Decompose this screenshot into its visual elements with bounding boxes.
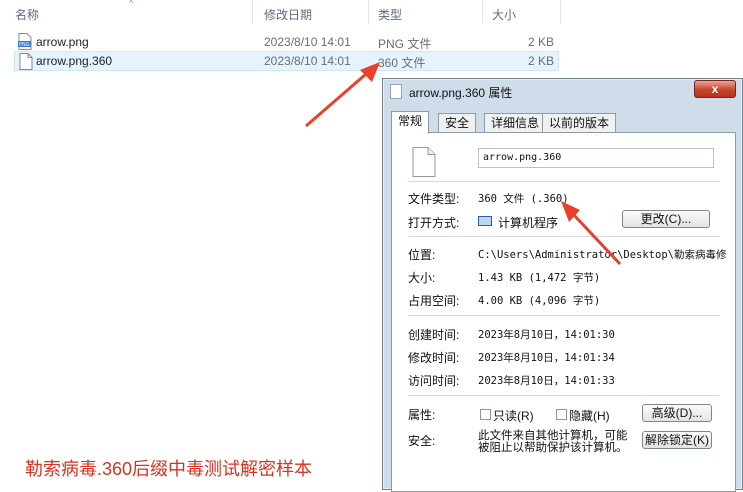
file-type-label: 文件类型: xyxy=(408,192,460,206)
change-button[interactable]: 更改(C)... xyxy=(622,210,710,228)
file-icon xyxy=(390,84,402,99)
disk-size-value: 4.00 KB (4,096 字节) xyxy=(478,295,601,307)
hidden-label[interactable]: 隐藏(H) xyxy=(569,407,610,424)
advanced-button[interactable]: 高级(D)... xyxy=(642,404,712,422)
png-file-icon: PNG xyxy=(18,33,32,50)
modified-value: 2023年8月10日，14:01:34 xyxy=(478,352,615,364)
caption-text: 勒索病毒.360后缀中毒测试解密样本 xyxy=(25,459,313,479)
disk-size-label: 占用空间: xyxy=(408,294,460,308)
created-value: 2023年8月10日，14:01:30 xyxy=(478,329,615,341)
column-divider[interactable] xyxy=(368,0,369,24)
close-button[interactable]: x xyxy=(694,80,736,98)
column-name[interactable]: 名称 xyxy=(15,6,39,23)
file-row-selected[interactable]: arrow.png.360 2023/8/10 14:01 360 文件 2 K… xyxy=(14,51,559,71)
sort-ascending-icon: ^ xyxy=(129,0,134,8)
tab-previous-versions[interactable]: 以前的版本 xyxy=(542,113,617,133)
svg-text:PNG: PNG xyxy=(19,42,30,48)
hidden-checkbox[interactable] xyxy=(556,409,567,420)
security-label: 安全: xyxy=(408,434,436,448)
location-label: 位置: xyxy=(408,248,436,262)
file-modified: 2023/8/10 14:01 xyxy=(264,35,351,49)
file-row[interactable]: PNG arrow.png 2023/8/10 14:01 PNG 文件 2 K… xyxy=(14,32,559,52)
dialog-title: arrow.png.360 属性 xyxy=(409,86,513,100)
file-type-value: 360 文件 (.360) xyxy=(478,193,569,205)
application-icon xyxy=(478,216,492,226)
file-type: 360 文件 xyxy=(378,56,426,70)
file-name: arrow.png.360 xyxy=(36,54,113,68)
tab-details[interactable]: 详细信息 xyxy=(484,113,547,133)
tab-general[interactable]: 常规 xyxy=(391,111,430,134)
divider xyxy=(408,181,720,182)
general-tab-panel: arrow.png.360 文件类型: 360 文件 (.360) 打开方式: … xyxy=(391,132,736,492)
readonly-label[interactable]: 只读(R) xyxy=(493,407,534,424)
accessed-value: 2023年8月10日，14:01:33 xyxy=(478,375,615,387)
column-size[interactable]: 大小 xyxy=(492,6,516,23)
attributes-label: 属性: xyxy=(408,408,436,422)
divider xyxy=(408,236,720,237)
properties-dialog: arrow.png.360 属性 x 常规 安全 详细信息 以前的版本 arro… xyxy=(382,78,743,492)
blank-file-icon xyxy=(412,147,436,177)
title-bar[interactable]: arrow.png.360 属性 x xyxy=(383,79,742,105)
file-name: arrow.png xyxy=(36,35,89,49)
column-divider[interactable] xyxy=(482,0,483,24)
blank-file-icon xyxy=(19,53,33,70)
security-message: 此文件来自其他计算机，可能被阻止以帮助保护该计算机。 xyxy=(478,430,628,454)
created-label: 创建时间: xyxy=(408,328,460,342)
divider xyxy=(408,395,720,396)
open-with-label: 打开方式: xyxy=(408,216,460,230)
size-value: 1.43 KB (1,472 字节) xyxy=(478,272,601,284)
column-modified[interactable]: 修改日期 xyxy=(264,6,312,23)
size-label: 大小: xyxy=(408,271,436,285)
file-size: 2 KB xyxy=(528,54,555,68)
location-value: C:\Users\Administrator\Desktop\勒索病毒修 xyxy=(478,249,727,261)
file-type: PNG 文件 xyxy=(378,37,432,51)
file-name-input[interactable]: arrow.png.360 xyxy=(478,148,714,168)
unblock-button[interactable]: 解除锁定(K) xyxy=(642,431,712,449)
accessed-label: 访问时间: xyxy=(408,374,460,388)
tab-security[interactable]: 安全 xyxy=(438,113,477,133)
readonly-checkbox[interactable] xyxy=(480,409,491,420)
file-modified: 2023/8/10 14:01 xyxy=(264,54,351,68)
column-divider[interactable] xyxy=(252,0,253,24)
column-divider[interactable] xyxy=(560,0,561,24)
column-type[interactable]: 类型 xyxy=(378,6,402,23)
file-size: 2 KB xyxy=(528,35,555,49)
divider xyxy=(408,315,720,316)
column-header: ^ 名称 修改日期 类型 大小 xyxy=(0,0,743,26)
open-with-value: 计算机程序 xyxy=(498,216,559,230)
modified-label: 修改时间: xyxy=(408,351,460,365)
